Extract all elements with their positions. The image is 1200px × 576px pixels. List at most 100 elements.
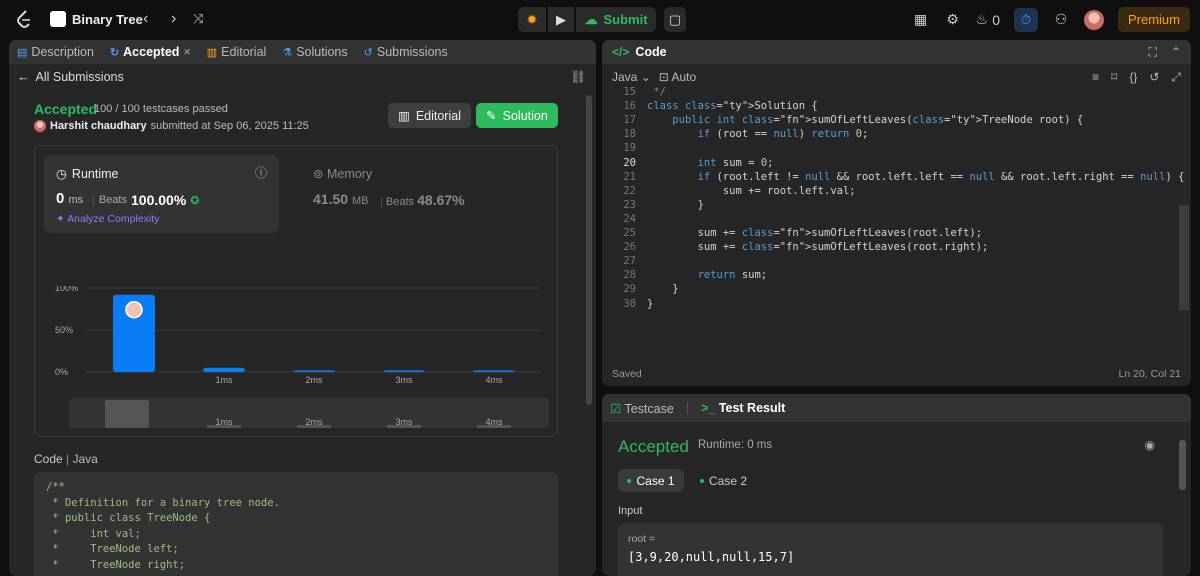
input-box: root = [3,9,20,null,null,15,7]: [618, 523, 1163, 576]
tab-submissions[interactable]: ↺ Submissions: [364, 45, 448, 59]
code-title: Code: [635, 45, 667, 59]
input-var-name: root =: [628, 533, 656, 545]
run-button[interactable]: ▶: [548, 7, 574, 32]
result-scrollbar[interactable]: [1179, 440, 1186, 490]
bar: [383, 370, 425, 372]
format-icon[interactable]: ≡: [1092, 70, 1099, 85]
left-scrollbar[interactable]: [586, 95, 592, 405]
submit-button[interactable]: ☁ Submit: [576, 7, 656, 32]
link-icon[interactable]: ⛓: [570, 70, 586, 85]
bar: [293, 370, 335, 372]
shuffle-icon[interactable]: ⤨: [193, 10, 203, 28]
code-line: public int class="fn">sumOfLeftLeaves(cl…: [672, 114, 1084, 127]
note-icon: ▢: [668, 11, 682, 27]
tab-editorial[interactable]: ▥ Editorial: [207, 45, 267, 59]
maximize-icon[interactable]: ⛶: [1149, 45, 1157, 60]
runtime-card[interactable]: ◷ Runtime ⓘ 0 ms | Beats 100.00% ✪ ✦ Analyze…: [44, 155, 279, 233]
line-number: 18: [623, 128, 636, 141]
top-right-actions: ▦ ⚙ ♨ 0 ⏱ ⚇ Premium: [912, 7, 1190, 32]
code-line: sum += class="fn">sumOfLeftLeaves(root.l…: [647, 227, 983, 239]
gear-icon[interactable]: ⚙: [944, 11, 962, 29]
close-icon[interactable]: ×: [183, 45, 190, 59]
notes-button[interactable]: ▢: [664, 7, 686, 32]
submission-meta: Harshit chaudhary submitted at Sep 06, 2…: [34, 120, 309, 132]
bookmark-icon[interactable]: ⌑: [1111, 70, 1117, 85]
run-controls: ✹ ▶ ☁ Submit ▢: [518, 7, 686, 32]
arrow-left-icon: ←: [17, 70, 30, 84]
editorial-button[interactable]: ▥ Editorial: [388, 103, 471, 128]
all-submissions-link[interactable]: ← All Submissions ⛓: [9, 64, 596, 90]
line-number: 29: [623, 283, 636, 296]
left-tabs: ▤ Description ↻ Accepted × ▥ Editorial ⚗ Solu…: [9, 40, 596, 64]
cloud-upload-icon: ☁: [584, 11, 598, 27]
user-avatar-marker: [125, 300, 143, 319]
premium-button[interactable]: Premium: [1117, 7, 1190, 32]
scrubber-tick-label: 4ms: [485, 417, 503, 427]
reset-icon[interactable]: ↺: [1149, 70, 1159, 85]
streak-counter[interactable]: ♨ 0: [976, 11, 1000, 29]
runtime-beats: | Beats 100.00% ✪: [92, 192, 200, 208]
expand-icon[interactable]: ⤢: [1171, 70, 1181, 85]
memory-chip-icon: ⊚: [313, 167, 324, 181]
code-line: sum += root.left.val;: [647, 184, 856, 197]
memory-beats: | Beats 48.67%: [380, 192, 465, 208]
prev-problem-icon[interactable]: ‹: [143, 10, 148, 28]
memory-card[interactable]: ⊚ Memory: [313, 166, 372, 181]
pass-dot-icon: [700, 478, 704, 483]
tab-accepted[interactable]: ↻ Accepted ×: [110, 45, 191, 59]
avatar[interactable]: [1083, 9, 1104, 30]
analyze-complexity-link[interactable]: ✦ Analyze Complexity: [56, 213, 159, 225]
tab-testcase[interactable]: ☑ Testcase: [610, 401, 674, 416]
line-number: 22: [623, 184, 636, 197]
solution-button[interactable]: ✎ Solution: [476, 103, 558, 128]
layout-grid-icon[interactable]: ▦: [912, 11, 930, 29]
runtime-distribution-chart[interactable]: 100% 50% 0% 1ms 2ms 3ms 4ms 1ms 2ms 3ms 4ms: [35, 286, 559, 436]
code-line: class class="ty">Solution {: [647, 100, 818, 113]
info-icon[interactable]: ⓘ: [255, 164, 267, 181]
code-line: if (root.left != null && root.left.left …: [697, 170, 1185, 183]
leetcode-logo-icon[interactable]: [14, 9, 34, 29]
code-icon: </>: [612, 45, 630, 59]
add-user-icon[interactable]: ⚇: [1052, 11, 1070, 29]
code-line: */: [647, 86, 666, 98]
result-tabs: ☑ Testcase | >_ Test Result: [602, 394, 1191, 422]
tab-test-result[interactable]: >_ Test Result: [701, 401, 785, 415]
braces-icon[interactable]: {}: [1129, 70, 1137, 85]
bug-icon: ✹: [526, 11, 538, 27]
line-number: 25: [623, 227, 636, 239]
next-problem-icon[interactable]: ›: [171, 10, 176, 28]
submit-label: Submit: [603, 12, 648, 27]
award-icon: ✪: [190, 194, 200, 207]
timer-icon[interactable]: ⏱: [1013, 7, 1038, 32]
clock-icon: ◷: [56, 167, 67, 181]
user-name[interactable]: Harshit chaudhary: [50, 120, 147, 132]
debug-button[interactable]: ✹: [518, 7, 546, 32]
sparkle-icon: ✦: [56, 213, 65, 225]
play-icon: ▶: [556, 11, 566, 27]
edit-icon: ✎: [486, 109, 497, 123]
submitted-at: submitted at Sep 06, 2025 11:25: [150, 120, 309, 132]
code-editor[interactable]: 15 */ 16 class class="ty">Solution {17 pub…: [602, 86, 1191, 360]
editor-scrollbar[interactable]: [1179, 205, 1189, 310]
line-number: 26: [623, 241, 636, 254]
memory-value: 41.50 MB: [313, 191, 369, 207]
flame-icon: ♨: [975, 11, 989, 27]
case-1-tab[interactable]: Case 1: [618, 469, 684, 492]
line-number: 20: [623, 156, 636, 169]
submission-status: Accepted: [34, 101, 98, 117]
language-select[interactable]: Java ⌄: [612, 70, 651, 84]
chevron-up-icon[interactable]: ⌃: [1171, 45, 1181, 60]
case-2-tab[interactable]: Case 2: [700, 469, 747, 492]
code-header: Code | Java: [34, 452, 98, 466]
code-tab-bar: </> Code ⛶ ⌃: [602, 40, 1191, 64]
tab-solutions[interactable]: ⚗ Solutions: [282, 45, 347, 59]
tab-description[interactable]: ▤ Description: [17, 45, 94, 59]
line-number: 28: [623, 269, 636, 282]
line-number: 19: [623, 142, 636, 155]
code-line: }: [647, 198, 704, 211]
eye-icon[interactable]: ◉: [1145, 438, 1155, 452]
problem-list-button[interactable]: Binary Tree: [50, 8, 143, 30]
history-icon: ↻: [109, 46, 120, 59]
auto-mode-toggle[interactable]: ⊡ Auto: [659, 70, 696, 84]
bar: [203, 367, 245, 372]
